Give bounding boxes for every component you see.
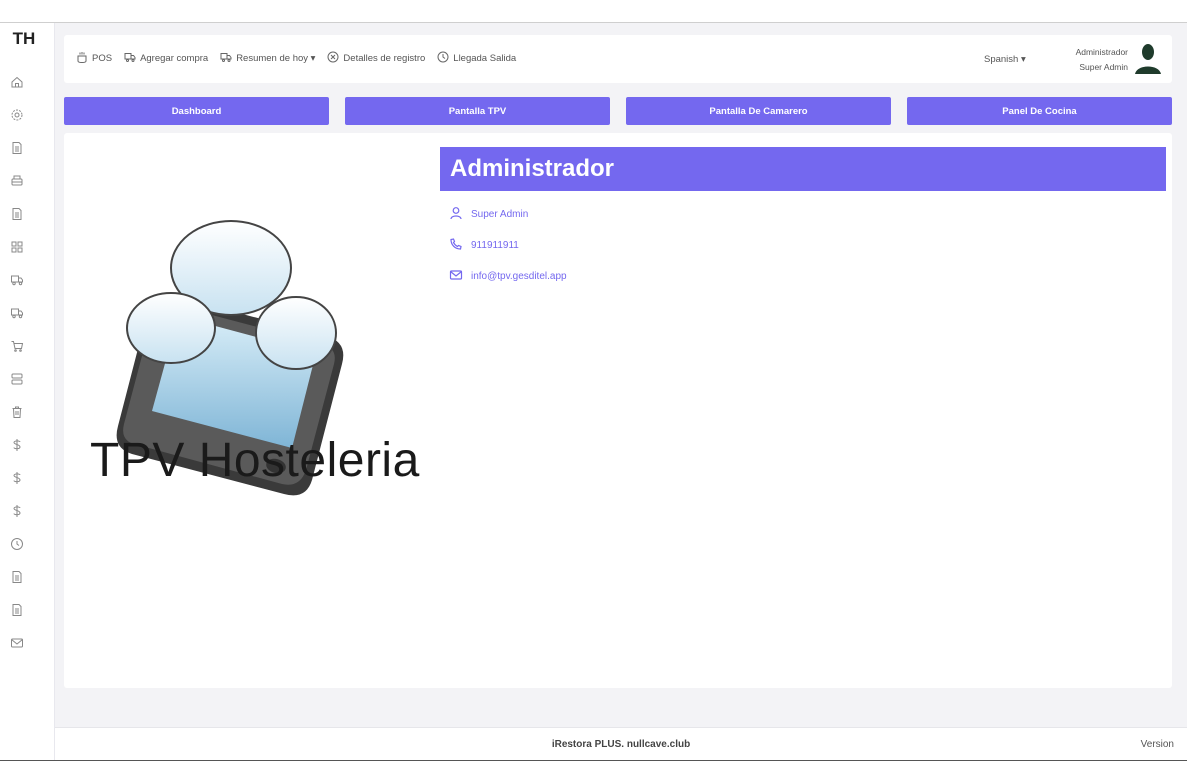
sidebar-item-purchase[interactable]: [0, 266, 55, 299]
nav-today-summary[interactable]: Resumen de hoy ▾: [220, 51, 315, 66]
profile-name: Administrador: [440, 147, 1166, 191]
sidebar-item-mail[interactable]: [0, 629, 55, 662]
profile-card: TPV Hosteleria Administrador Super Admin…: [64, 133, 1172, 688]
user-icon: [1134, 44, 1162, 79]
sidebar-item-expense-3[interactable]: [0, 497, 55, 530]
dollar-icon: [10, 471, 24, 490]
language-select[interactable]: Spanish ▾: [984, 54, 1026, 65]
sidebar-item-grid[interactable]: [0, 233, 55, 266]
footer-text: iRestora PLUS. nullcave.club: [551, 739, 691, 750]
profile-info-list: Super Admin 911911911 info@tpv.gesditel.…: [440, 199, 1166, 292]
phone-icon: [449, 237, 463, 254]
dollar-icon: [10, 438, 24, 457]
nav-today-summary-label: Resumen de hoy ▾: [236, 53, 316, 64]
bottom-border: [0, 760, 1187, 761]
clock-icon: [437, 51, 449, 66]
sidebar-item-expense-2[interactable]: [0, 464, 55, 497]
user-menu[interactable]: Administrador Super Admin: [1076, 45, 1128, 75]
profile-email[interactable]: info@tpv.gesditel.app: [471, 271, 567, 282]
tab-pos-screen[interactable]: Pantalla TPV: [345, 97, 610, 125]
nav-attendance[interactable]: Llegada Salida: [437, 51, 516, 66]
cart-icon: [10, 339, 24, 358]
mail-icon: [449, 268, 463, 285]
grid-icon: [10, 240, 24, 259]
user-outline-icon: [449, 206, 463, 223]
nav-pos[interactable]: POS: [76, 51, 112, 66]
avatar[interactable]: [1134, 43, 1162, 75]
sidebar-item-waste[interactable]: [0, 398, 55, 431]
sidebar: TH: [0, 23, 55, 760]
footer: iRestora PLUS. nullcave.club Version: [55, 727, 1187, 760]
profile-role: Super Admin: [471, 209, 529, 220]
nav-register-details[interactable]: Detalles de registro: [327, 51, 425, 66]
sidebar-item-settings[interactable]: [0, 101, 55, 134]
document-icon: [10, 570, 24, 589]
nav-add-purchase-label: Agregar compra: [140, 53, 209, 64]
tab-waiter-screen[interactable]: Pantalla De Camarero: [626, 97, 891, 125]
top-nav: POS Agregar compra Resumen de hoy ▾ Deta…: [76, 51, 516, 66]
document-icon: [10, 141, 24, 160]
profile-details: Administrador Super Admin 911911911 info…: [440, 147, 1166, 292]
nav-add-purchase[interactable]: Agregar compra: [124, 51, 208, 66]
brand-logo[interactable]: TH: [0, 29, 48, 49]
sidebar-item-printer[interactable]: [0, 167, 55, 200]
truck-icon: [220, 51, 232, 66]
profile-phone-row: 911911911: [449, 230, 1166, 261]
truck-icon: [124, 51, 136, 66]
server-icon: [10, 372, 24, 391]
user-name: Administrador: [1075, 47, 1128, 57]
nav-register-details-label: Detalles de registro: [343, 53, 426, 64]
sidebar-menu: [0, 68, 55, 662]
document-icon: [10, 207, 24, 226]
main-content: POS Agregar compra Resumen de hoy ▾ Deta…: [55, 23, 1187, 760]
home-icon: [10, 75, 24, 94]
sidebar-item-delivery[interactable]: [0, 299, 55, 332]
document-icon: [10, 603, 24, 622]
profile-phone: 911911911: [471, 240, 519, 251]
gear-icon: [10, 108, 24, 127]
dollar-icon: [10, 504, 24, 523]
profile-role-row: Super Admin: [449, 199, 1166, 230]
sidebar-item-report-2[interactable]: [0, 596, 55, 629]
sidebar-item-document-1[interactable]: [0, 134, 55, 167]
sidebar-item-home[interactable]: [0, 68, 55, 101]
printer-icon: [10, 174, 24, 193]
sidebar-item-server[interactable]: [0, 365, 55, 398]
nav-attendance-label: Llegada Salida: [453, 53, 517, 64]
version-label: Version: [1140, 739, 1174, 750]
tab-kitchen-panel[interactable]: Panel De Cocina: [907, 97, 1172, 125]
truck-icon: [10, 306, 24, 325]
pos-icon: [76, 51, 88, 66]
sidebar-item-expense-1[interactable]: [0, 431, 55, 464]
clock-icon: [10, 537, 24, 556]
logo-text: TPV Hosteleria: [90, 434, 420, 487]
sidebar-item-cart[interactable]: [0, 332, 55, 365]
nav-pos-label: POS: [92, 53, 113, 64]
truck-icon: [10, 273, 24, 292]
user-role: Super Admin: [1079, 62, 1128, 72]
sidebar-item-attendance[interactable]: [0, 530, 55, 563]
sidebar-item-document-2[interactable]: [0, 200, 55, 233]
mail-icon: [10, 636, 24, 655]
top-bar: POS Agregar compra Resumen de hoy ▾ Deta…: [64, 35, 1172, 83]
tab-dashboard[interactable]: Dashboard: [64, 97, 329, 125]
profile-email-row: info@tpv.gesditel.app: [449, 261, 1166, 292]
sidebar-item-report-1[interactable]: [0, 563, 55, 596]
close-circle-icon: [327, 51, 339, 66]
quick-tabs: Dashboard Pantalla TPV Pantalla De Camar…: [64, 97, 1172, 125]
trash-icon: [10, 405, 24, 424]
